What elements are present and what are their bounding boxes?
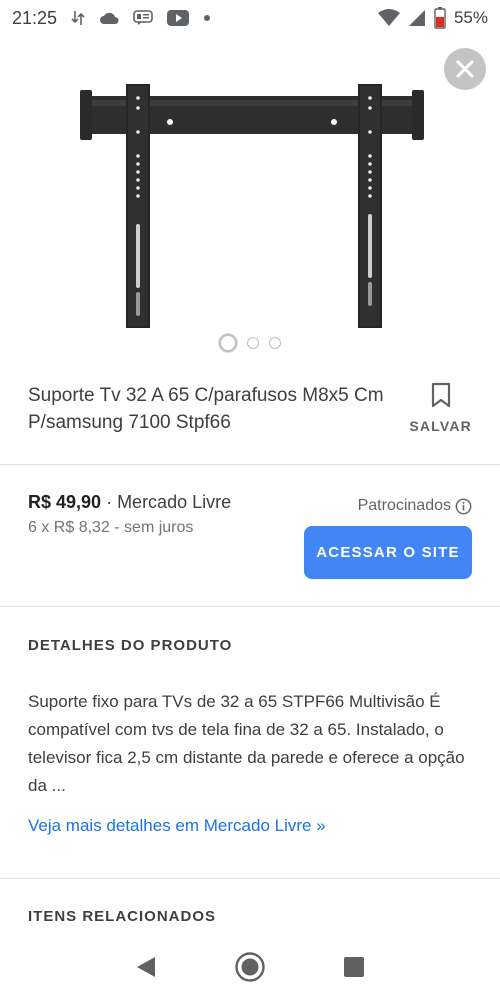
- pager-dot-3[interactable]: [269, 337, 281, 349]
- divider: [0, 606, 500, 607]
- signal-icon: [408, 9, 426, 27]
- sponsored-label[interactable]: Patrocinados: [358, 497, 472, 515]
- home-icon[interactable]: [234, 951, 266, 983]
- visit-site-button[interactable]: ACESSAR O SITE: [304, 526, 472, 579]
- close-button[interactable]: [444, 48, 486, 90]
- status-time: 21:25: [12, 7, 58, 28]
- youtube-icon: [167, 10, 190, 26]
- close-icon: [455, 59, 475, 79]
- info-icon[interactable]: [455, 498, 472, 515]
- related-items-heading: ITENS RELACIONADOS: [28, 908, 217, 925]
- battery-percent: 55%: [453, 8, 488, 27]
- divider: [0, 464, 500, 465]
- offer-info: R$ 49,90 · Mercado Livre 6 x R$ 8,32 - s…: [28, 492, 231, 537]
- data-sync-icon: [71, 10, 85, 26]
- wifi-icon: [377, 9, 400, 27]
- more-details-link[interactable]: Veja mais detalhes em Mercado Livre »: [28, 816, 326, 836]
- message-icon: [133, 10, 153, 26]
- pager-dot-1[interactable]: [219, 334, 237, 352]
- back-icon[interactable]: [135, 955, 157, 979]
- product-header: Suporte Tv 32 A 65 C/parafusos M8x5 Cm P…: [28, 382, 478, 436]
- image-pager[interactable]: [0, 334, 500, 352]
- product-description: Suporte fixo para TVs de 32 a 65 STPF66 …: [28, 692, 465, 795]
- wall-mount-bracket-image[interactable]: [78, 84, 426, 339]
- navigation-bar: [0, 934, 500, 1000]
- installments: 6 x R$ 8,32 - sem juros: [28, 519, 194, 536]
- cloud-icon: [99, 11, 119, 25]
- save-label: SALVAR: [409, 418, 472, 434]
- bookmark-icon: [431, 382, 451, 408]
- divider: [0, 878, 500, 879]
- battery-icon: [434, 7, 446, 29]
- status-bar: 21:25 55%: [0, 0, 500, 36]
- price-separator: ·: [101, 492, 118, 512]
- product-details-heading: DETALHES DO PRODUTO: [28, 637, 233, 654]
- price: R$ 49,90: [28, 492, 102, 512]
- notification-dot-icon: [203, 14, 211, 22]
- save-button[interactable]: SALVAR: [409, 382, 472, 434]
- sponsored-text: Patrocinados: [357, 497, 451, 514]
- image-viewer[interactable]: [0, 36, 500, 366]
- pager-dot-2[interactable]: [247, 337, 259, 349]
- seller-name: Mercado Livre: [117, 492, 232, 512]
- product-title: Suporte Tv 32 A 65 C/parafusos M8x5 Cm P…: [28, 385, 384, 433]
- recents-icon[interactable]: [343, 956, 365, 978]
